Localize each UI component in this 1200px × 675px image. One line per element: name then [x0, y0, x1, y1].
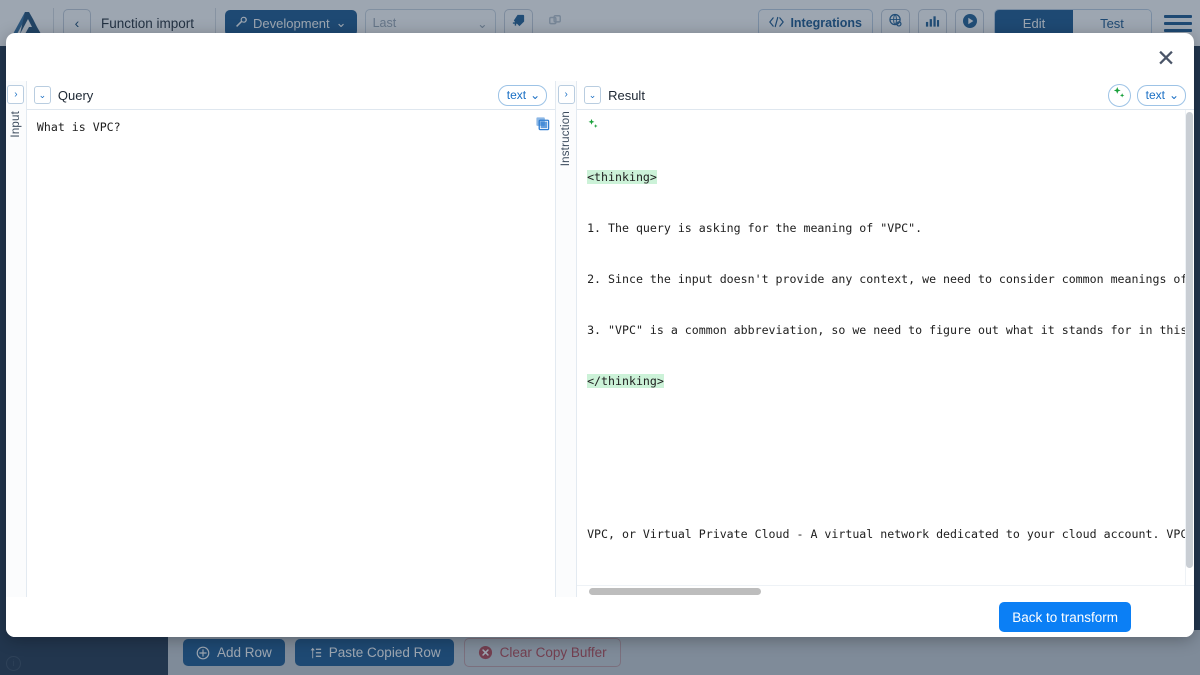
- result-line: [587, 475, 1185, 492]
- instruction-rail-label: Instruction: [560, 111, 572, 166]
- sparkle-magic-icon: [1112, 86, 1126, 105]
- query-pane: ⌄ Query text ⌄ What is VPC?: [27, 81, 556, 597]
- result-horizontal-scrollbar[interactable]: [577, 585, 1194, 597]
- result-line: 1. The query is asking for the meaning o…: [587, 220, 1185, 237]
- query-collapse-toggle[interactable]: ⌄: [34, 86, 51, 104]
- sparkle-magic-button[interactable]: [1108, 84, 1131, 107]
- result-line: </thinking>: [587, 374, 664, 388]
- result-pane-title: Result: [608, 88, 1108, 103]
- chevron-down-icon: ⌄: [1169, 88, 1179, 102]
- result-horizontal-scrollbar-thumb[interactable]: [589, 588, 761, 595]
- result-line: [587, 424, 1185, 441]
- result-pane-header: ⌄ Result text ⌄: [577, 81, 1194, 110]
- result-type-select[interactable]: text ⌄: [1137, 85, 1186, 106]
- row-detail-modal: ✕ › Input ⌄ Query text ⌄: [6, 33, 1194, 637]
- sparkle-magic-icon: [587, 117, 599, 135]
- input-rail-label: Input: [10, 111, 22, 138]
- instruction-rail: › Instruction: [556, 81, 577, 597]
- query-pane-body[interactable]: What is VPC?: [27, 110, 555, 597]
- result-vertical-scrollbar-thumb[interactable]: [1186, 112, 1193, 568]
- result-text[interactable]: <thinking> 1. The query is asking for th…: [577, 135, 1185, 577]
- back-to-transform-button[interactable]: Back to transform: [999, 602, 1131, 632]
- app-root: ‹ Function import Development ⌄ Last ⌄: [0, 0, 1200, 675]
- chevron-down-icon: ⌄: [530, 88, 540, 102]
- result-vertical-scrollbar[interactable]: [1185, 110, 1194, 585]
- result-line: 3. "VPC" is a common abbreviation, so we…: [587, 322, 1185, 339]
- result-line: <thinking>: [587, 170, 657, 184]
- input-rail: › Input: [6, 81, 27, 597]
- result-line: VPC, or Virtual Private Cloud - A virtua…: [587, 526, 1185, 543]
- close-icon[interactable]: ✕: [1152, 44, 1180, 72]
- input-rail-expand-toggle[interactable]: ›: [7, 85, 24, 104]
- copy-icon[interactable]: [535, 116, 550, 131]
- query-type-select[interactable]: text ⌄: [498, 85, 547, 106]
- query-pane-header: ⌄ Query text ⌄: [27, 81, 555, 110]
- result-pane-body[interactable]: <thinking> 1. The query is asking for th…: [577, 110, 1194, 597]
- result-collapse-toggle[interactable]: ⌄: [584, 86, 601, 104]
- result-type-value: text: [1146, 88, 1165, 102]
- query-pane-title: Query: [58, 88, 498, 103]
- result-line: 2. Since the input doesn't provide any c…: [587, 271, 1185, 288]
- result-pane: ⌄ Result text ⌄: [577, 81, 1194, 597]
- query-type-value: text: [507, 88, 526, 102]
- query-text[interactable]: What is VPC?: [27, 110, 555, 136]
- modal-panes: › Input ⌄ Query text ⌄ What is V: [6, 81, 1194, 597]
- instruction-rail-expand-toggle[interactable]: ›: [558, 85, 575, 104]
- modal-footer: Back to transform: [6, 597, 1194, 637]
- modal-header: ✕: [6, 33, 1194, 81]
